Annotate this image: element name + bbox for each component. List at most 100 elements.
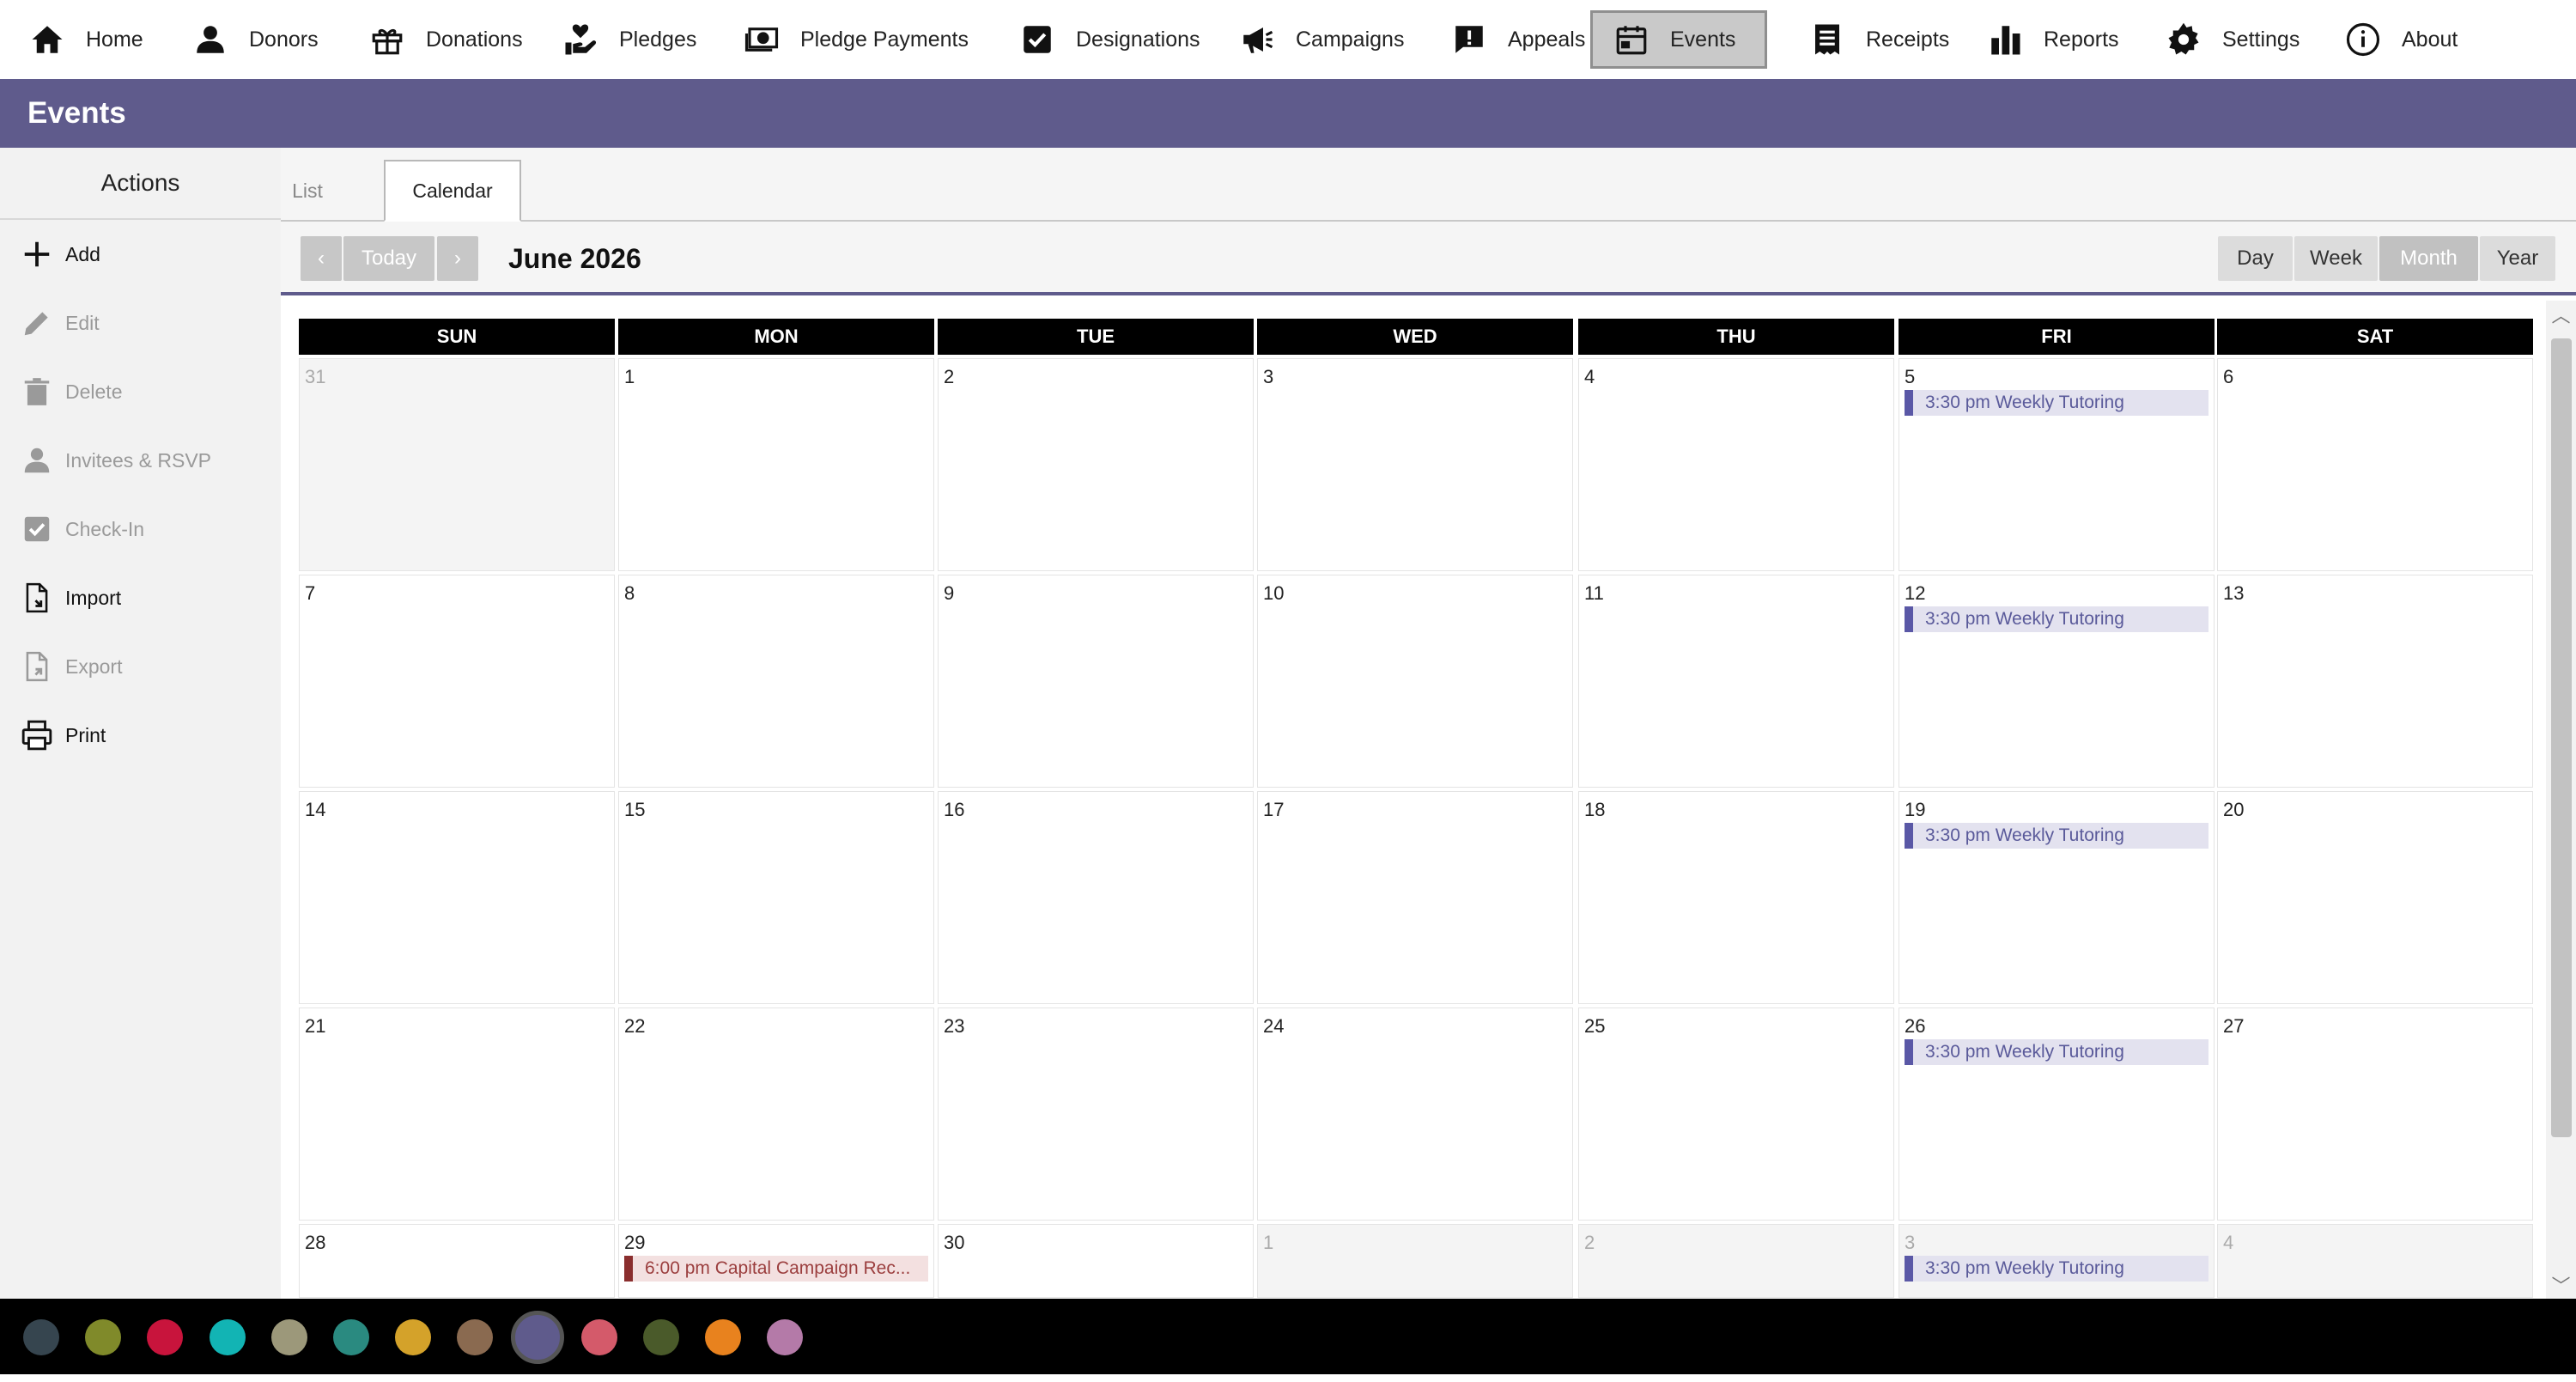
day-cell[interactable]: 3 3:30 pm Weekly Tutoring bbox=[1899, 1224, 2215, 1298]
calendar-event[interactable]: 3:30 pm Weekly Tutoring bbox=[1905, 823, 2208, 849]
day-number: 20 bbox=[2223, 799, 2245, 820]
day-cell[interactable]: 2 bbox=[1578, 1224, 1894, 1298]
top-navigation: Home Donors Donations Pledges Pledge Payment… bbox=[0, 0, 2576, 79]
day-cell[interactable]: 29 6:00 pm Capital Campaign Rec... bbox=[618, 1224, 934, 1298]
nav-pledges[interactable]: Pledges bbox=[562, 10, 696, 69]
calendar-event[interactable]: 3:30 pm Weekly Tutoring bbox=[1905, 1039, 2208, 1065]
day-cell[interactable]: 28 bbox=[299, 1224, 615, 1298]
actions-sidebar: Actions Add Edit Delete Invitees & RSVP Chec… bbox=[0, 148, 281, 1299]
scroll-thumb[interactable] bbox=[2551, 338, 2572, 1137]
color-swatch[interactable] bbox=[643, 1319, 679, 1355]
day-cell[interactable]: 4 bbox=[1578, 358, 1894, 571]
file-import-icon bbox=[19, 580, 55, 616]
day-cell[interactable]: 26 3:30 pm Weekly Tutoring bbox=[1899, 1008, 2215, 1221]
trash-icon bbox=[19, 374, 55, 410]
today-button[interactable]: Today bbox=[343, 236, 434, 281]
calendar-scrollbar[interactable]: ︿ ﹀ bbox=[2546, 301, 2576, 1299]
calendar-event[interactable]: 3:30 pm Weekly Tutoring bbox=[1905, 390, 2208, 416]
action-print[interactable]: Print bbox=[0, 701, 281, 770]
nav-reports[interactable]: Reports bbox=[1987, 10, 2119, 69]
action-import[interactable]: Import bbox=[0, 563, 281, 632]
color-swatch[interactable] bbox=[85, 1319, 122, 1355]
nav-designations[interactable]: Designations bbox=[1019, 10, 1200, 69]
plus-icon bbox=[19, 236, 55, 272]
day-cell[interactable]: 14 bbox=[299, 791, 615, 1004]
tab-calendar[interactable]: Calendar bbox=[384, 160, 521, 222]
day-cell[interactable]: 20 bbox=[2217, 791, 2533, 1004]
view-year-button[interactable]: Year bbox=[2480, 236, 2555, 281]
day-cell[interactable]: 8 bbox=[618, 575, 934, 788]
prev-button[interactable]: ‹ bbox=[301, 236, 342, 281]
nav-about[interactable]: About bbox=[2345, 10, 2458, 69]
day-cell[interactable]: 13 bbox=[2217, 575, 2533, 788]
day-cell[interactable]: 19 3:30 pm Weekly Tutoring bbox=[1899, 791, 2215, 1004]
color-swatch[interactable] bbox=[209, 1319, 246, 1355]
scroll-down-icon[interactable]: ﹀ bbox=[2546, 1271, 2576, 1299]
day-cell[interactable]: 1 bbox=[618, 358, 934, 571]
calendar-event[interactable]: 3:30 pm Weekly Tutoring bbox=[1905, 606, 2208, 632]
day-cell[interactable]: 21 bbox=[299, 1008, 615, 1221]
color-swatch[interactable] bbox=[23, 1319, 59, 1355]
day-cell[interactable]: 27 bbox=[2217, 1008, 2533, 1221]
day-cell[interactable]: 6 bbox=[2217, 358, 2533, 571]
day-number: 1 bbox=[1263, 1232, 1274, 1253]
tab-list[interactable]: List bbox=[281, 160, 334, 222]
color-swatch[interactable] bbox=[147, 1319, 184, 1355]
weekday-sat: SAT bbox=[2217, 319, 2533, 355]
day-cell[interactable]: 9 bbox=[938, 575, 1254, 788]
calendar-event[interactable]: 6:00 pm Capital Campaign Rec... bbox=[624, 1256, 928, 1282]
nav-label: Home bbox=[86, 27, 143, 52]
day-number: 2 bbox=[1584, 1232, 1595, 1253]
color-swatch[interactable] bbox=[580, 1319, 617, 1355]
color-swatch[interactable] bbox=[705, 1319, 742, 1355]
view-month-button[interactable]: Month bbox=[2379, 236, 2478, 281]
day-cell[interactable]: 3 bbox=[1257, 358, 1573, 571]
day-number: 6 bbox=[2223, 366, 2234, 387]
view-week-button[interactable]: Week bbox=[2294, 236, 2378, 281]
nav-appeals[interactable]: Appeals bbox=[1451, 10, 1585, 69]
day-cell[interactable]: 25 bbox=[1578, 1008, 1894, 1221]
day-number: 19 bbox=[1905, 799, 1926, 820]
scroll-up-icon[interactable]: ︿ bbox=[2546, 301, 2576, 328]
day-cell[interactable]: 31 bbox=[299, 358, 615, 571]
nav-pledge-payments[interactable]: Pledge Payments bbox=[744, 10, 969, 69]
day-number: 26 bbox=[1905, 1015, 1926, 1037]
day-cell[interactable]: 4 bbox=[2217, 1224, 2533, 1298]
day-number: 8 bbox=[624, 582, 635, 604]
nav-campaigns[interactable]: Campaigns bbox=[1239, 10, 1404, 69]
nav-events[interactable]: Events bbox=[1590, 10, 1768, 69]
color-swatch[interactable] bbox=[457, 1319, 494, 1355]
day-cell[interactable]: 17 bbox=[1257, 791, 1573, 1004]
day-cell[interactable]: 16 bbox=[938, 791, 1254, 1004]
nav-donations[interactable]: Donations bbox=[369, 10, 523, 69]
nav-receipts[interactable]: Receipts bbox=[1809, 10, 1949, 69]
megaphone-icon bbox=[1239, 21, 1275, 58]
day-cell[interactable]: 2 bbox=[938, 358, 1254, 571]
color-swatch[interactable] bbox=[270, 1319, 307, 1355]
nav-settings[interactable]: Settings bbox=[2166, 10, 2300, 69]
color-swatch[interactable] bbox=[333, 1319, 369, 1355]
color-swatch[interactable] bbox=[395, 1319, 432, 1355]
nav-home[interactable]: Home bbox=[29, 10, 143, 69]
day-cell[interactable]: 24 bbox=[1257, 1008, 1573, 1221]
day-cell[interactable]: 10 bbox=[1257, 575, 1573, 788]
day-cell[interactable]: 18 bbox=[1578, 791, 1894, 1004]
day-cell[interactable]: 12 3:30 pm Weekly Tutoring bbox=[1899, 575, 2215, 788]
color-swatch[interactable] bbox=[510, 1311, 564, 1364]
day-cell[interactable]: 5 3:30 pm Weekly Tutoring bbox=[1899, 358, 2215, 571]
day-cell[interactable]: 22 bbox=[618, 1008, 934, 1221]
nav-label: Pledges bbox=[619, 27, 697, 52]
day-cell[interactable]: 30 bbox=[938, 1224, 1254, 1298]
next-button[interactable]: › bbox=[437, 236, 478, 281]
view-day-button[interactable]: Day bbox=[2218, 236, 2293, 281]
nav-donors[interactable]: Donors bbox=[192, 10, 319, 69]
day-number: 31 bbox=[305, 366, 326, 387]
day-cell[interactable]: 11 bbox=[1578, 575, 1894, 788]
day-cell[interactable]: 23 bbox=[938, 1008, 1254, 1221]
day-cell[interactable]: 1 bbox=[1257, 1224, 1573, 1298]
calendar-event[interactable]: 3:30 pm Weekly Tutoring bbox=[1905, 1256, 2208, 1282]
day-cell[interactable]: 7 bbox=[299, 575, 615, 788]
day-cell[interactable]: 15 bbox=[618, 791, 934, 1004]
color-swatch[interactable] bbox=[767, 1319, 804, 1355]
action-add[interactable]: Add bbox=[0, 220, 281, 289]
